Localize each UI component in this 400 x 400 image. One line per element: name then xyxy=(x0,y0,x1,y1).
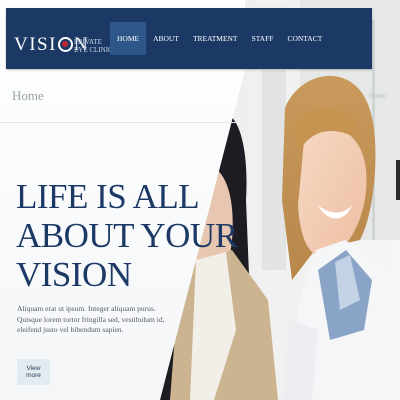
page: VISI N Private Eye Clinic Home About Trea… xyxy=(0,0,400,400)
logo-tagline: Private Eye Clinic xyxy=(74,38,113,54)
hero-body-text: Aliquam erat ut ipsum. Integer aliquam p… xyxy=(17,304,165,334)
hero-headline-line-2: about your xyxy=(16,216,238,255)
main-nav: VISI N Private Eye Clinic Home About Trea… xyxy=(6,8,372,69)
nav-item-home[interactable]: Home xyxy=(110,22,147,55)
eye-icon xyxy=(57,37,73,52)
view-more-button[interactable]: View more xyxy=(17,359,50,385)
hero-headline-line-1: Life is all xyxy=(16,177,200,216)
nav-item-staff[interactable]: Staff xyxy=(245,22,281,55)
logo-text-start: VISI xyxy=(14,34,57,55)
breadcrumb: Home xyxy=(12,88,44,103)
nav-menu: Home About Treatment Staff Contact xyxy=(110,22,329,55)
nav-item-treatment[interactable]: Treatment xyxy=(186,22,245,55)
breadcrumb-right[interactable]: Home xyxy=(369,92,386,100)
nav-item-about[interactable]: About xyxy=(146,22,186,55)
hero-headline: Life is all about your vision xyxy=(16,177,238,294)
hero-headline-line-3: vision xyxy=(16,255,132,294)
nav-item-contact[interactable]: Contact xyxy=(280,22,329,55)
